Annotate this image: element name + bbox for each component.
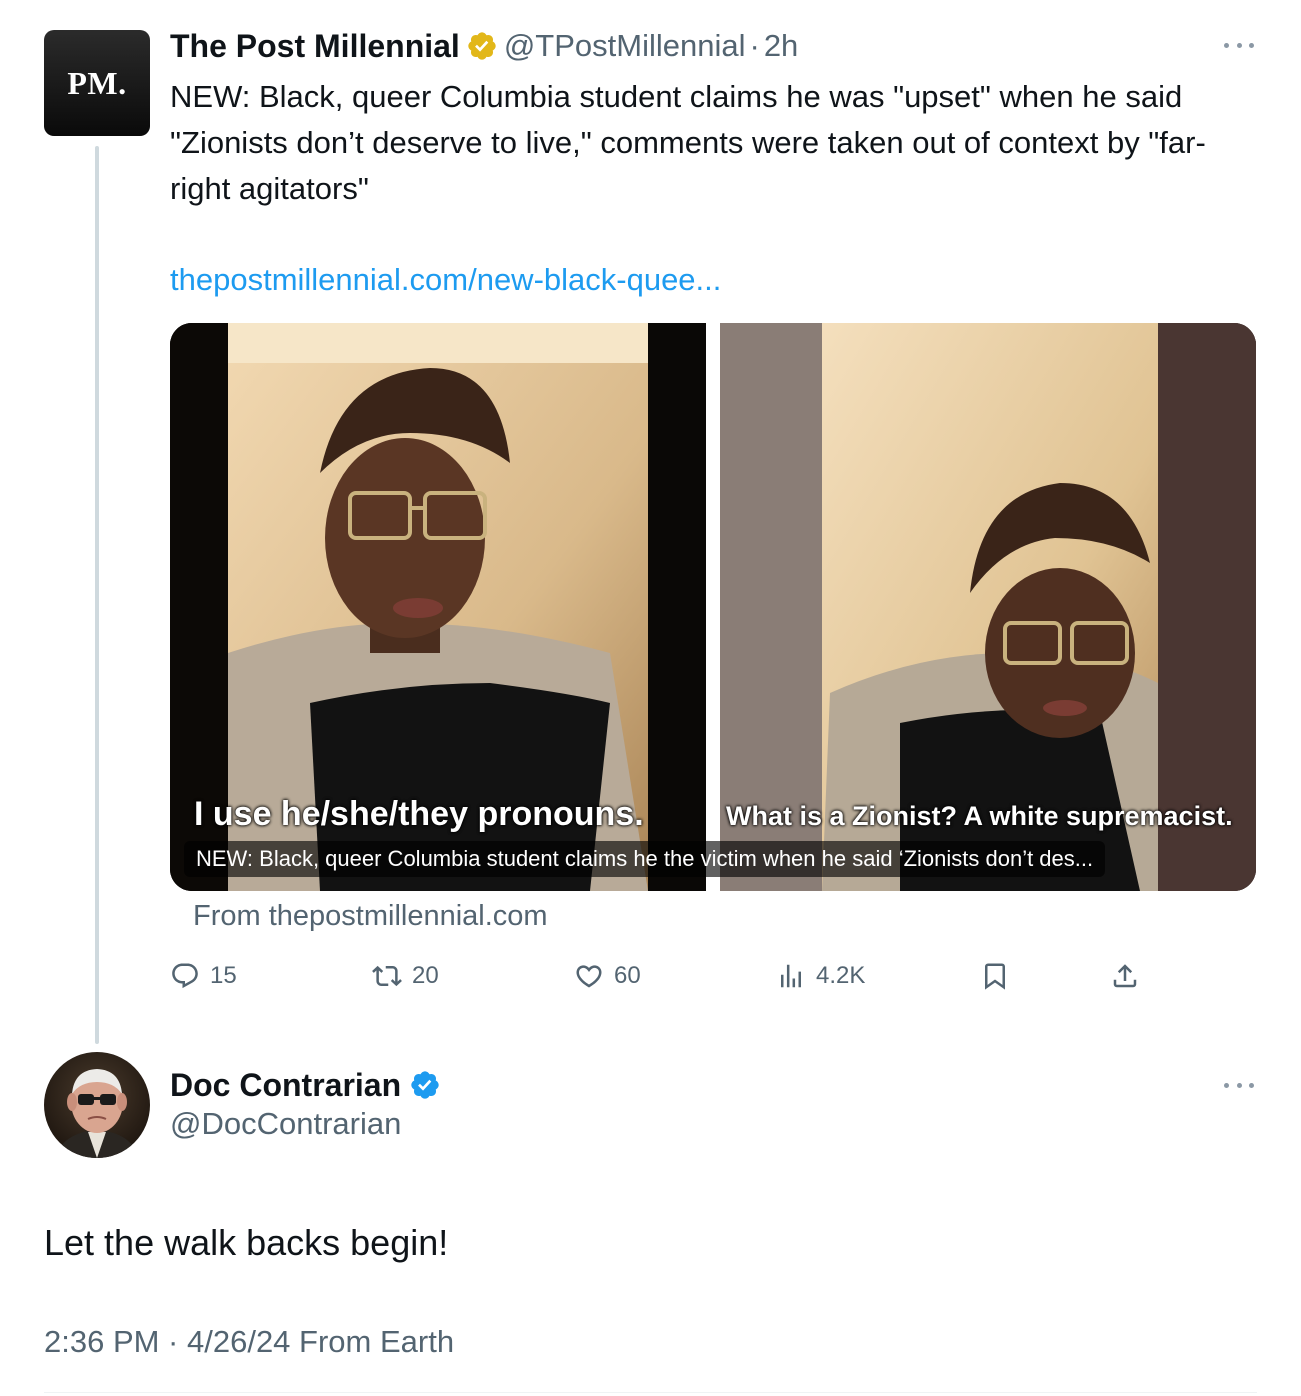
media-card[interactable]: I use he/she/they pronouns. What is a Zi… — [170, 323, 1256, 891]
share-icon — [1113, 964, 1137, 988]
parent-tweet-text: NEW: Black, queer Columbia student claim… — [170, 79, 1206, 206]
parent-timestamp[interactable]: 2h — [764, 28, 798, 64]
parent-more-options-icon[interactable] — [1224, 40, 1254, 50]
parent-action-bar: 15 20 60 4.2K — [170, 954, 1150, 998]
bottom-divider — [44, 1392, 1257, 1393]
reply-more-options-icon[interactable] — [1224, 1080, 1254, 1090]
reply-icon — [172, 963, 198, 989]
video-subtitle-right: What is a Zionist? A white supremacist. — [726, 801, 1233, 831]
reply-timestamp-meta[interactable]: 2:36 PM · 4/26/24 From Earth — [44, 1324, 454, 1360]
views-chart-icon — [781, 964, 801, 988]
share-button[interactable] — [1110, 954, 1140, 998]
post-millennial-avatar[interactable]: PM. — [44, 30, 150, 136]
reply-display-name[interactable]: Doc Contrarian — [170, 1067, 401, 1104]
repost-count: 20 — [412, 962, 439, 989]
repost-icon — [372, 965, 402, 987]
parent-tweet-header: The Post Millennial @TPostMillennial · 2… — [170, 26, 798, 66]
media-source-link[interactable]: From thepostmillennial.com — [193, 900, 548, 933]
like-button[interactable]: 60 — [574, 954, 641, 998]
video-frame-right: What is a Zionist? A white supremacist. — [720, 323, 1256, 891]
doc-contrarian-portrait-image — [54, 1069, 140, 1158]
parent-tweet-link[interactable]: thepostmillennial.com/new-black-quee... — [170, 258, 721, 302]
avatar-logo-text: PM. — [67, 64, 127, 101]
reply-count: 15 — [210, 962, 237, 989]
parent-handle[interactable]: @TPostMillennial — [504, 28, 746, 64]
blue-verified-badge-icon[interactable] — [409, 1069, 441, 1101]
video-subtitle-left: I use he/she/they pronouns. — [194, 795, 644, 833]
reply-button[interactable]: 15 — [170, 954, 237, 998]
separator-dot: · — [749, 28, 760, 63]
tweet-detail-page: PM. The Post Millennial @TPostMillennial… — [0, 0, 1301, 1396]
thread-connector-line — [95, 146, 99, 1044]
doc-contrarian-avatar[interactable] — [44, 1052, 150, 1158]
repost-button[interactable]: 20 — [372, 954, 439, 998]
media-card-caption: NEW: Black, queer Columbia student claim… — [184, 841, 1106, 877]
bookmark-button[interactable] — [980, 954, 1010, 998]
parent-display-name[interactable]: The Post Millennial — [170, 28, 460, 65]
frame-divider — [706, 323, 720, 891]
reply-header: Doc Contrarian — [170, 1064, 441, 1106]
reply-handle[interactable]: @DocContrarian — [170, 1106, 401, 1142]
like-count: 60 — [614, 962, 641, 989]
bookmark-icon — [985, 963, 1005, 990]
view-count: 4.2K — [816, 962, 866, 989]
views-button[interactable]: 4.2K — [776, 954, 865, 998]
video-frame-left: I use he/she/they pronouns. — [170, 323, 706, 891]
heart-icon — [576, 965, 602, 988]
gold-verified-badge-icon[interactable] — [466, 30, 498, 62]
reply-tweet-text: Let the walk backs begin! — [44, 1222, 449, 1263]
